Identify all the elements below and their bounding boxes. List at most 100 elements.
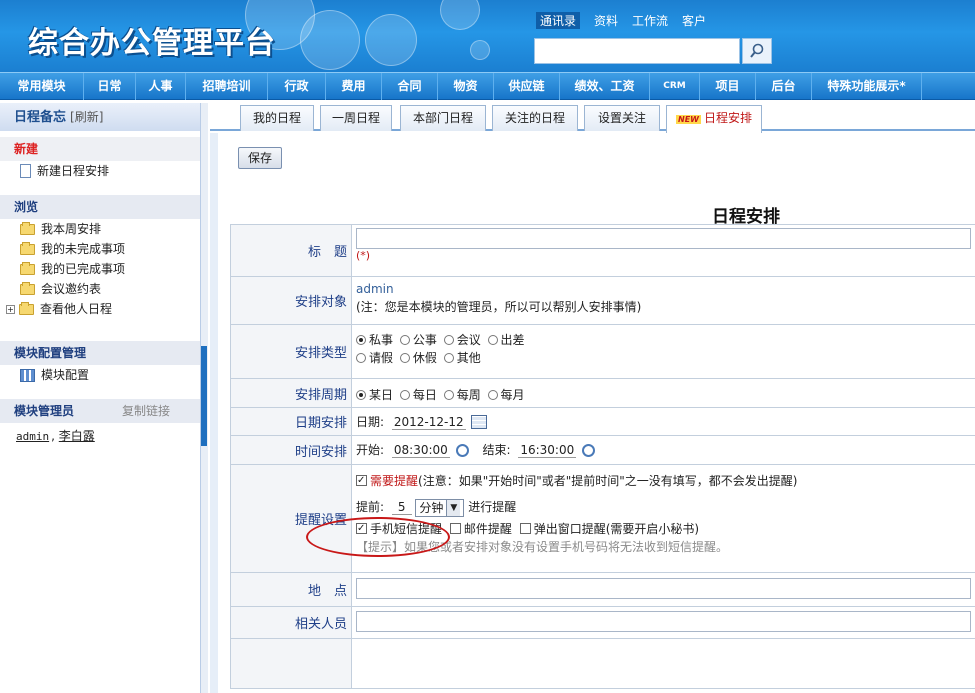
row-remind: 提醒设置 需要提醒(注意：如果"开始时间"或者"提前时间"之一没有填写，都不会发… [230,465,975,573]
search-button[interactable] [742,38,772,64]
start-time-input[interactable]: 08:30:00 [391,443,450,458]
radio-business[interactable] [399,335,410,345]
popup-checkbox[interactable] [519,522,531,534]
copy-link[interactable]: 复制链接 [122,399,170,423]
nav-admin[interactable]: 行政 [268,73,326,100]
radio-private[interactable] [356,335,366,345]
field-label [231,639,352,688]
target-value[interactable]: admin [356,282,971,296]
sidebar-item-meetings[interactable]: 会议邀约表 [0,279,200,299]
nav-crm[interactable]: CRM [650,73,700,100]
ahead-input[interactable]: 5 [391,500,412,515]
tab-my-schedule[interactable]: 我的日程 [240,105,314,131]
nav-project[interactable]: 项目 [700,73,756,100]
tab-label: 日程安排 [703,111,752,125]
sidebar-item-this-week[interactable]: 我本周安排 [0,219,200,239]
sidebar-item-label: 我的已完成事项 [41,262,126,276]
radio-trip[interactable] [487,335,498,345]
clock-icon[interactable] [455,444,469,457]
sidebar-item-others-schedule[interactable]: + 查看他人日程 [0,299,200,319]
radio-daily[interactable] [399,390,410,400]
tab-schedule-arrange[interactable]: NEW 日程安排 [666,105,762,133]
tab-set-follow[interactable]: 设置关注 [584,105,660,131]
radio-weekly[interactable] [443,390,454,400]
place-input[interactable] [356,578,971,599]
radio-meeting[interactable] [443,335,454,345]
document-icon [20,164,31,178]
radio-leave[interactable] [356,353,366,363]
radio-label: 会议 [456,333,481,347]
tab-department[interactable]: 本部门日程 [400,105,486,131]
sidebar-item-label: 我本周安排 [41,222,102,236]
nav-contract[interactable]: 合同 [382,73,438,100]
sidebar-section-new: 新建 [0,137,200,161]
search-input[interactable] [534,38,740,64]
nav-special[interactable]: 特殊功能展示* [812,73,922,100]
need-remind-label: 需要提醒 [370,474,419,488]
save-button[interactable]: 保存 [238,147,282,169]
sidebar-item-label: 会议邀约表 [41,282,102,296]
nav-common[interactable]: 常用模块 [0,73,84,100]
nav-supply-chain[interactable]: 供应链 [494,73,560,100]
sidebar-item-finished[interactable]: 我的已完成事项 [0,259,200,279]
schedule-form: 标 题 (*) 安排对象 admin (注：您是本模块的管理员，所以可以帮别人安… [230,224,975,689]
folder-icon [20,241,35,255]
email-checkbox[interactable] [449,522,461,534]
field-label: 标 题 [231,225,352,276]
app-logo: 综合办公管理平台 [28,26,276,61]
admin-list: admin, 李白露 [14,429,95,443]
radio-holiday[interactable] [399,353,410,363]
radio-label: 公事 [412,333,437,347]
people-input[interactable] [356,611,971,632]
sidebar-splitter[interactable] [200,103,208,693]
nav-backend[interactable]: 后台 [756,73,812,100]
nav-daily[interactable]: 日常 [84,73,136,100]
folder-icon [19,301,34,315]
title-input[interactable] [356,228,971,249]
date-prefix: 日期: [356,415,385,429]
calendar-icon[interactable] [471,415,488,429]
expand-icon[interactable]: + [6,304,15,314]
tab-weekly[interactable]: 一周日程 [320,105,392,131]
top-link-documents[interactable]: 资料 [594,12,618,29]
row-cycle: 安排周期 某日 每日 每周 每月 [230,379,975,408]
clock-icon[interactable] [582,444,596,457]
tab-followed[interactable]: 关注的日程 [492,105,578,131]
sidebar-item-label: 我的未完成事项 [41,242,126,256]
radio-label: 请假 [369,351,394,365]
sidebar-item-unfinished[interactable]: 我的未完成事项 [0,239,200,259]
nav-expense[interactable]: 费用 [326,73,382,100]
need-remind-checkbox[interactable] [356,475,367,486]
nav-hr[interactable]: 人事 [136,73,186,100]
ahead-suffix: 进行提醒 [468,500,517,514]
radio-monthly[interactable] [487,390,498,400]
radio-label: 出差 [500,333,525,347]
row-people: 相关人员 [230,607,975,639]
chevron-down-icon: ▼ [446,499,461,516]
refresh-link[interactable]: [刷新] [70,110,103,124]
admin-link[interactable]: admin [14,430,51,443]
date-input[interactable]: 2012-12-12 [391,415,466,430]
radio-label: 某日 [369,388,394,402]
sidebar-title: 日程备忘 [刷新] [0,103,200,131]
sidebar-item-module-config[interactable]: 模块配置 [0,365,200,385]
radio-label: 每周 [456,388,481,402]
splitter-grip[interactable] [201,346,207,446]
top-link-customers[interactable]: 客户 [682,12,706,29]
ahead-unit-select[interactable]: 分钟 ▼ [415,498,465,517]
radio-someday[interactable] [356,390,366,400]
nav-performance[interactable]: 绩效、工资 [560,73,650,100]
radio-label: 每日 [412,388,437,402]
tab-bar: 我的日程 一周日程 本部门日程 关注的日程 设置关注 NEW 日程安排 [210,103,975,133]
nav-recruit[interactable]: 招聘培训 [186,73,268,100]
admin-link[interactable]: 李白露 [59,429,95,443]
end-prefix: 结束: [482,443,511,457]
nav-materials[interactable]: 物资 [438,73,494,100]
field-label: 安排周期 [231,379,352,407]
top-link-contacts[interactable]: 通讯录 [536,12,581,29]
end-time-input[interactable]: 16:30:00 [518,443,577,458]
sms-checkbox[interactable] [356,522,367,534]
top-link-workflow[interactable]: 工作流 [632,12,668,29]
radio-other[interactable] [443,353,454,363]
sidebar-item-new-schedule[interactable]: 新建日程安排 [0,161,200,181]
